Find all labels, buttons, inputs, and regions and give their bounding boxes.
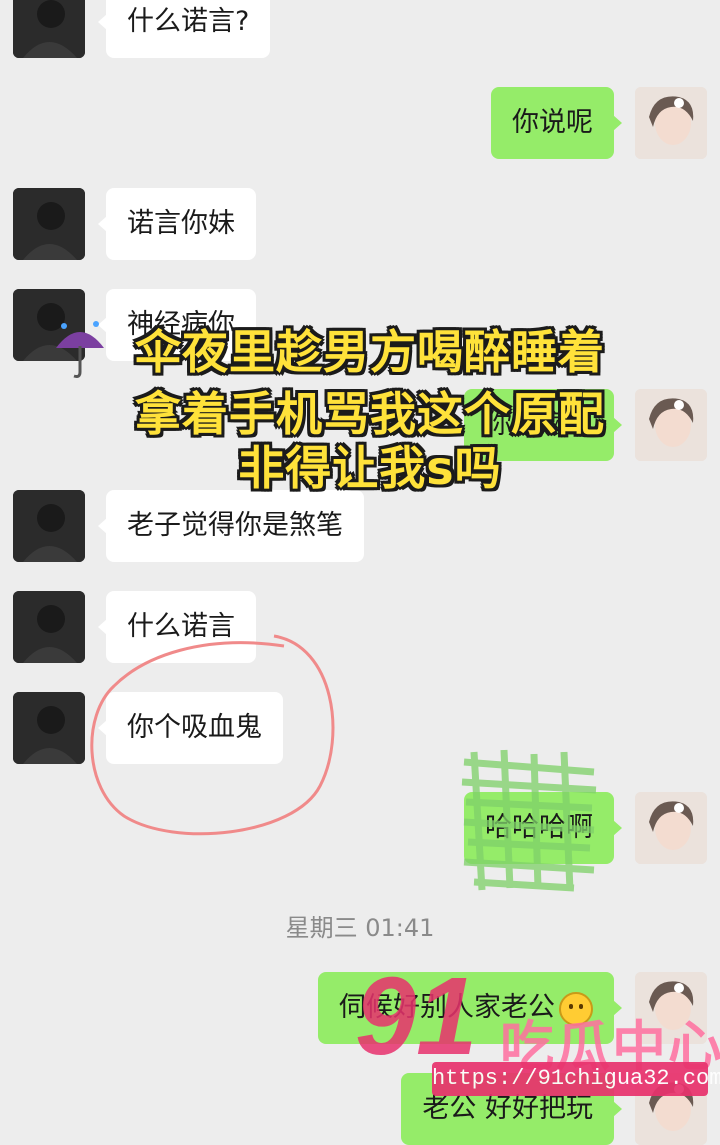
censor-scribble bbox=[461, 749, 597, 892]
watermark-url[interactable]: https://91chigua32.com bbox=[432, 1062, 720, 1096]
contact-avatar[interactable] bbox=[13, 188, 85, 260]
my-avatar[interactable] bbox=[635, 792, 707, 864]
annotation-circle bbox=[90, 634, 335, 836]
message-bubble-incoming[interactable]: 什么诺言? bbox=[97, 0, 271, 58]
contact-avatar[interactable] bbox=[13, 591, 85, 663]
my-avatar[interactable] bbox=[635, 87, 707, 159]
contact-avatar[interactable] bbox=[13, 0, 85, 58]
watermark-logo: 91 bbox=[355, 955, 478, 1078]
contact-avatar[interactable] bbox=[13, 490, 85, 562]
contact-avatar[interactable] bbox=[13, 692, 85, 764]
timestamp: 星期三 01:41 bbox=[285, 914, 435, 942]
caption-line-1: 伞夜里趁男方喝醉睡着 bbox=[135, 325, 605, 379]
message-bubble-outgoing[interactable]: 你说呢 bbox=[491, 87, 622, 159]
message-bubble-incoming[interactable]: 诺言你妹 bbox=[98, 188, 256, 260]
caption-line-3: 非得让我s吗 bbox=[238, 441, 502, 495]
message-bubble-incoming[interactable]: 老子觉得你是煞笔 bbox=[98, 490, 364, 562]
